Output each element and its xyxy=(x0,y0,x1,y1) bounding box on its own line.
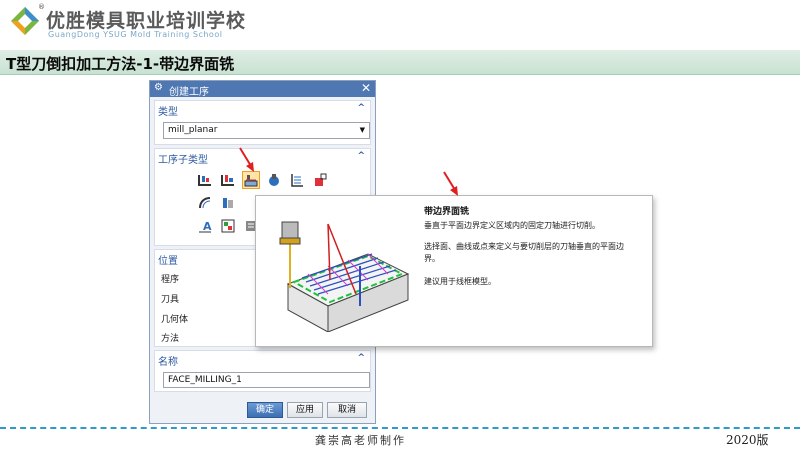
gear-icon: ⚙ xyxy=(154,82,163,93)
cancel-button[interactable]: 取消 xyxy=(327,402,367,418)
geometry-label: 几何体 xyxy=(161,315,189,325)
planar-mill-icon[interactable] xyxy=(289,172,305,188)
ok-button[interactable]: 确定 xyxy=(247,402,283,418)
tooltip-line-1: 垂直于平面边界定义区域内的固定刀轴进行切削。 xyxy=(424,221,600,230)
collapse-caret-icon[interactable]: ^ xyxy=(357,151,365,161)
name-section: 名称 ^ FACE_MILLING_1 xyxy=(154,350,371,392)
cleanup-corners-icon[interactable] xyxy=(197,195,213,211)
planar-profile-icon[interactable] xyxy=(312,172,328,188)
name-input[interactable]: FACE_MILLING_1 xyxy=(163,372,370,388)
subtype-section-label: 工序子类型 xyxy=(158,155,208,166)
pointer-arrow-icon xyxy=(239,147,254,172)
tool-label: 刀具 xyxy=(161,295,180,305)
operation-tooltip: 带边界面铣 垂直于平面边界定义区域内的固定刀轴进行切削。 选择面、曲线或点来定义… xyxy=(255,195,653,347)
author-credit: 龚崇高老师制作 xyxy=(315,434,406,447)
collapse-caret-icon[interactable]: ^ xyxy=(357,103,365,113)
dialog-title: 创建工序 xyxy=(169,87,209,98)
location-section-label: 位置 xyxy=(158,256,178,267)
slide: ® 优胜模具职业培训学校 GuangDong YSUG Mold Trainin… xyxy=(0,0,800,450)
dropdown-arrow-icon: ▼ xyxy=(359,126,365,134)
slide-title: T型刀倒扣加工方法-1-带边界面铣 xyxy=(6,55,235,73)
close-icon[interactable]: ✕ xyxy=(361,81,371,95)
collapse-caret-icon[interactable]: ^ xyxy=(357,353,365,363)
tooltip-line-4: 建议用于线框模型。 xyxy=(424,277,496,286)
floor-wall-ipw-icon[interactable] xyxy=(220,172,236,188)
title-bar: T型刀倒扣加工方法-1-带边界面铣 xyxy=(0,50,800,75)
type-section-label: 类型 xyxy=(158,107,178,118)
finish-walls-icon[interactable] xyxy=(220,195,236,211)
program-label: 程序 xyxy=(161,275,180,285)
type-section: 类型 ^ mill_planar ▼ xyxy=(154,100,371,145)
name-section-label: 名称 xyxy=(158,357,178,368)
planar-text-icon[interactable]: A xyxy=(197,218,213,234)
dialog-titlebar[interactable]: ⚙ 创建工序 ✕ xyxy=(150,81,375,98)
registered-mark: ® xyxy=(38,3,45,11)
face-milling-icon[interactable] xyxy=(242,171,260,189)
svg-text:A: A xyxy=(203,220,212,233)
school-logo-icon xyxy=(11,7,39,35)
type-dropdown[interactable]: mill_planar ▼ xyxy=(163,122,370,139)
school-name-cn: 优胜模具职业培训学校 xyxy=(46,10,247,32)
floor-wall-icon[interactable] xyxy=(197,172,213,188)
tooltip-line-2: 选择面、曲线或点来定义与要切削层的刀轴垂直的平面边 xyxy=(424,242,624,251)
apply-button[interactable]: 应用 xyxy=(287,402,323,418)
footer-divider xyxy=(0,427,800,429)
school-name-en: GuangDong YSUG Mold Training School xyxy=(48,30,223,39)
face-milling-manual-icon[interactable] xyxy=(266,172,282,188)
tooltip-line-3: 界。 xyxy=(424,254,440,263)
pointer-arrow-icon xyxy=(443,171,458,196)
method-label: 方法 xyxy=(161,334,180,344)
type-dropdown-value: mill_planar xyxy=(168,125,218,135)
tooltip-title: 带边界面铣 xyxy=(424,207,470,217)
face-milling-illustration xyxy=(279,221,410,332)
mill-control-icon[interactable] xyxy=(220,218,236,234)
version-label: 2020版 xyxy=(726,433,769,447)
